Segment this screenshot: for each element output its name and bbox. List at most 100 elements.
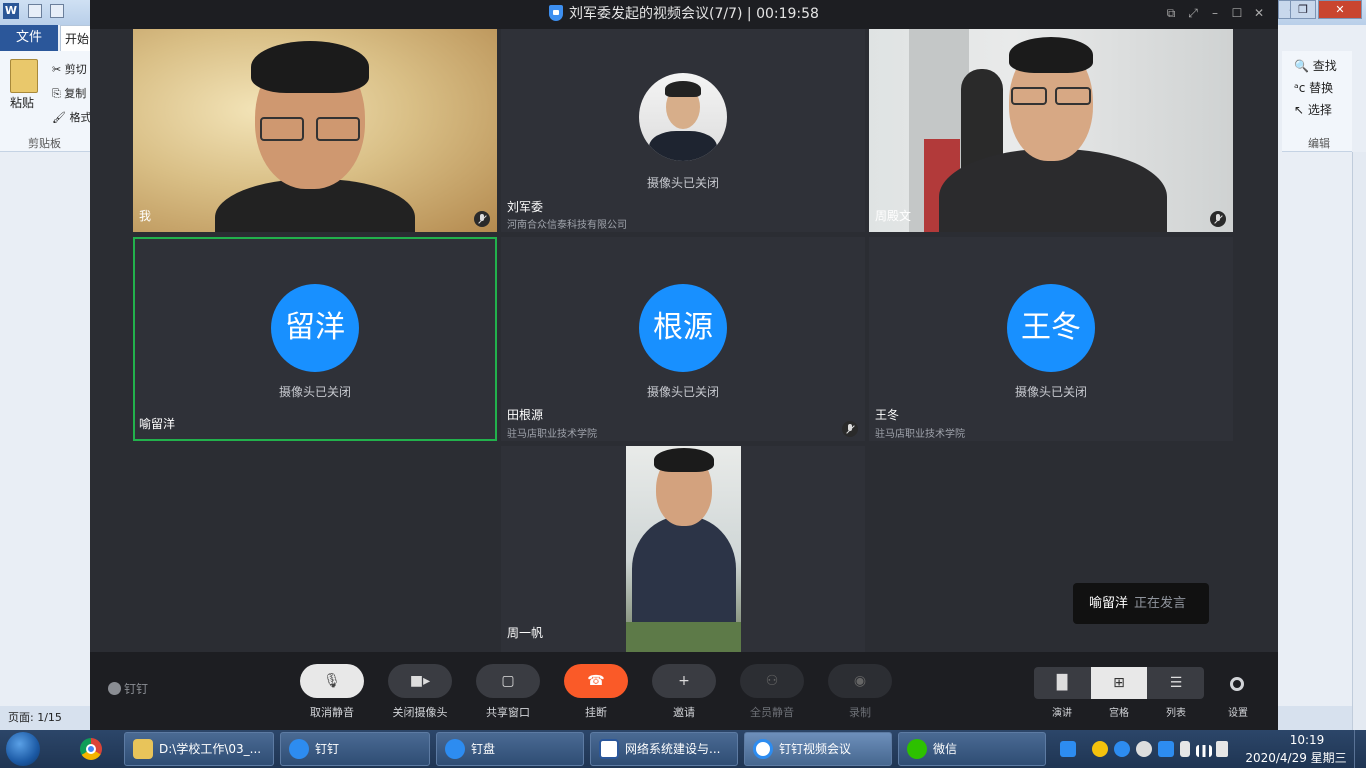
clock-date[interactable]: 2020/4/29 星期三: [1240, 749, 1352, 766]
share-label: 共享窗口: [486, 706, 530, 719]
chrome-pinned[interactable]: [68, 733, 112, 765]
network-app-icon[interactable]: [1158, 741, 1174, 757]
video-tile-me[interactable]: 我: [133, 29, 497, 232]
save-icon[interactable]: [28, 4, 42, 18]
gear-icon[interactable]: [1230, 677, 1244, 691]
list-view-icon: ☰: [1169, 675, 1183, 691]
grid-view-label: 宫格: [1109, 708, 1129, 719]
start-button[interactable]: [6, 732, 40, 766]
speaker-view-label: 演讲: [1052, 708, 1072, 719]
person-body: [939, 149, 1167, 232]
person-hair: [251, 41, 369, 93]
fullscreen-icon[interactable]: ⤢: [1186, 6, 1200, 20]
hangup-button[interactable]: ☎: [564, 664, 628, 698]
paste-icon[interactable]: [10, 59, 38, 93]
mic-muted-icon: [474, 211, 490, 227]
vertical-scrollbar[interactable]: [1352, 152, 1366, 730]
participant-name: 周一帆: [507, 626, 544, 640]
show-desktop-button[interactable]: [1354, 730, 1366, 768]
share-window-button[interactable]: ▢: [476, 664, 540, 698]
baidu-icon[interactable]: [1060, 741, 1076, 757]
wechat-tray-icon[interactable]: [1136, 741, 1152, 757]
task-word[interactable]: 网络系统建设与...: [590, 732, 738, 766]
clipboard-caption: 剪贴板: [28, 137, 61, 150]
cut-button[interactable]: ✂ 剪切: [52, 61, 87, 77]
signal-icon[interactable]: [1196, 745, 1212, 757]
camera-icon: ■▸: [409, 673, 431, 689]
participant-name: 我: [139, 209, 152, 223]
video-tile-tian[interactable]: 根源 摄像头已关闭 田根源 驻马店职业技术学院: [501, 237, 865, 441]
select-label: 选择: [1307, 103, 1332, 117]
photo-hair: [665, 81, 701, 97]
speaker-view-button[interactable]: ▐▌: [1034, 667, 1090, 699]
task-video-meeting[interactable]: 钉钉视频会议: [744, 732, 892, 766]
camera-off-button[interactable]: ■▸: [388, 664, 452, 698]
close-button[interactable]: ✕: [1318, 0, 1362, 19]
grid-view-button[interactable]: ⊞: [1091, 667, 1147, 699]
speaker-view-icon: ▐▌: [1051, 675, 1073, 691]
popout-icon[interactable]: ⧉: [1164, 6, 1178, 20]
person-hair: [654, 448, 714, 472]
participant-org: 河南合众信泰科技有限公司: [507, 220, 627, 231]
hangup-label: 挂断: [585, 706, 607, 719]
record-icon: ◉: [853, 673, 867, 689]
dingtalk-icon: [289, 739, 309, 759]
mic-off-icon: 🎙: [323, 673, 341, 689]
video-tile-yu[interactable]: 留洋 摄像头已关闭 喻留洋: [133, 237, 497, 441]
find-button[interactable]: 🔍 查找: [1294, 57, 1337, 74]
camera-off-text: 摄像头已关闭: [646, 385, 719, 399]
video-grid: 我 摄像头已关闭 刘军委 河南合众信泰科技有限公司 周殿文 留洋 摄像头已关闭 …: [90, 29, 1278, 652]
add-icon[interactable]: [1092, 741, 1108, 757]
task-folder[interactable]: D:\学校工作\03_...: [124, 732, 274, 766]
minimize-icon[interactable]: –: [1208, 6, 1222, 20]
taskbar: D:\学校工作\03_... 钉钉 钉盘 网络系统建设与... 钉钉视频会议 微…: [0, 730, 1366, 768]
speaking-status: 正在发言: [1134, 596, 1187, 611]
clock-time[interactable]: 10:19: [1262, 733, 1352, 747]
camera-off-text: 摄像头已关闭: [1014, 385, 1087, 399]
mute-all-button[interactable]: ⚇: [740, 664, 804, 698]
meeting-title: 刘军委发起的视频会议(7/7) | 00:19:58: [569, 6, 819, 22]
undo-icon[interactable]: [50, 4, 64, 18]
dingtalk-icon: [108, 682, 121, 695]
participant-name: 田根源: [507, 408, 544, 422]
tab-file[interactable]: 文件: [0, 25, 58, 51]
invite-button[interactable]: +: [652, 664, 716, 698]
video-tile-zhouyifan[interactable]: 周一帆: [501, 446, 865, 652]
tab-home[interactable]: 开始: [60, 25, 94, 51]
close-icon[interactable]: ✕: [1252, 6, 1266, 20]
task-wechat[interactable]: 微信: [898, 732, 1046, 766]
list-view-button[interactable]: ☰: [1148, 667, 1204, 699]
mute-all-label: 全员静音: [750, 706, 794, 719]
unmute-label: 取消静音: [310, 706, 354, 719]
maximize-icon[interactable]: ☐: [1230, 6, 1244, 20]
video-tile-zhou[interactable]: 周殿文: [869, 29, 1233, 232]
replace-button[interactable]: ᵃc 替换: [1294, 79, 1333, 96]
brand-label: 钉钉: [124, 682, 149, 696]
paste-button[interactable]: 粘贴: [10, 94, 34, 111]
copy-button[interactable]: ⎘ 复制: [52, 85, 86, 101]
person-body: [632, 516, 736, 626]
video-tile-wang[interactable]: 王冬 摄像头已关闭 王冬 驻马店职业技术学院: [869, 237, 1233, 441]
restore-button[interactable]: ❐: [1290, 0, 1316, 19]
usb-icon[interactable]: [1180, 741, 1190, 757]
record-label: 录制: [849, 706, 871, 719]
find-label: 查找: [1312, 59, 1337, 73]
dingtalk-tray-icon[interactable]: [1114, 741, 1130, 757]
desk-surface: [626, 622, 741, 652]
volume-icon[interactable]: [1216, 741, 1228, 757]
record-button[interactable]: ◉: [828, 664, 892, 698]
select-button[interactable]: ↖ 选择: [1294, 101, 1332, 118]
word-icon[interactable]: W: [3, 3, 19, 19]
task-label: 钉盘: [471, 742, 496, 756]
unmute-button[interactable]: 🎙: [300, 664, 364, 698]
video-tile-liu[interactable]: 摄像头已关闭 刘军委 河南合众信泰科技有限公司: [501, 29, 865, 232]
task-dingpan[interactable]: 钉盘: [436, 732, 584, 766]
glasses-left: [1011, 87, 1047, 105]
task-label: 网络系统建设与...: [625, 742, 721, 756]
share-screen-icon: ▢: [501, 673, 515, 689]
video-call-icon: [753, 739, 773, 759]
task-dingtalk[interactable]: 钉钉: [280, 732, 430, 766]
camera-off-text: 摄像头已关闭: [278, 385, 351, 399]
participant-name: 喻留洋: [139, 417, 176, 431]
format-painter-button[interactable]: 🖌 格式: [52, 109, 91, 125]
